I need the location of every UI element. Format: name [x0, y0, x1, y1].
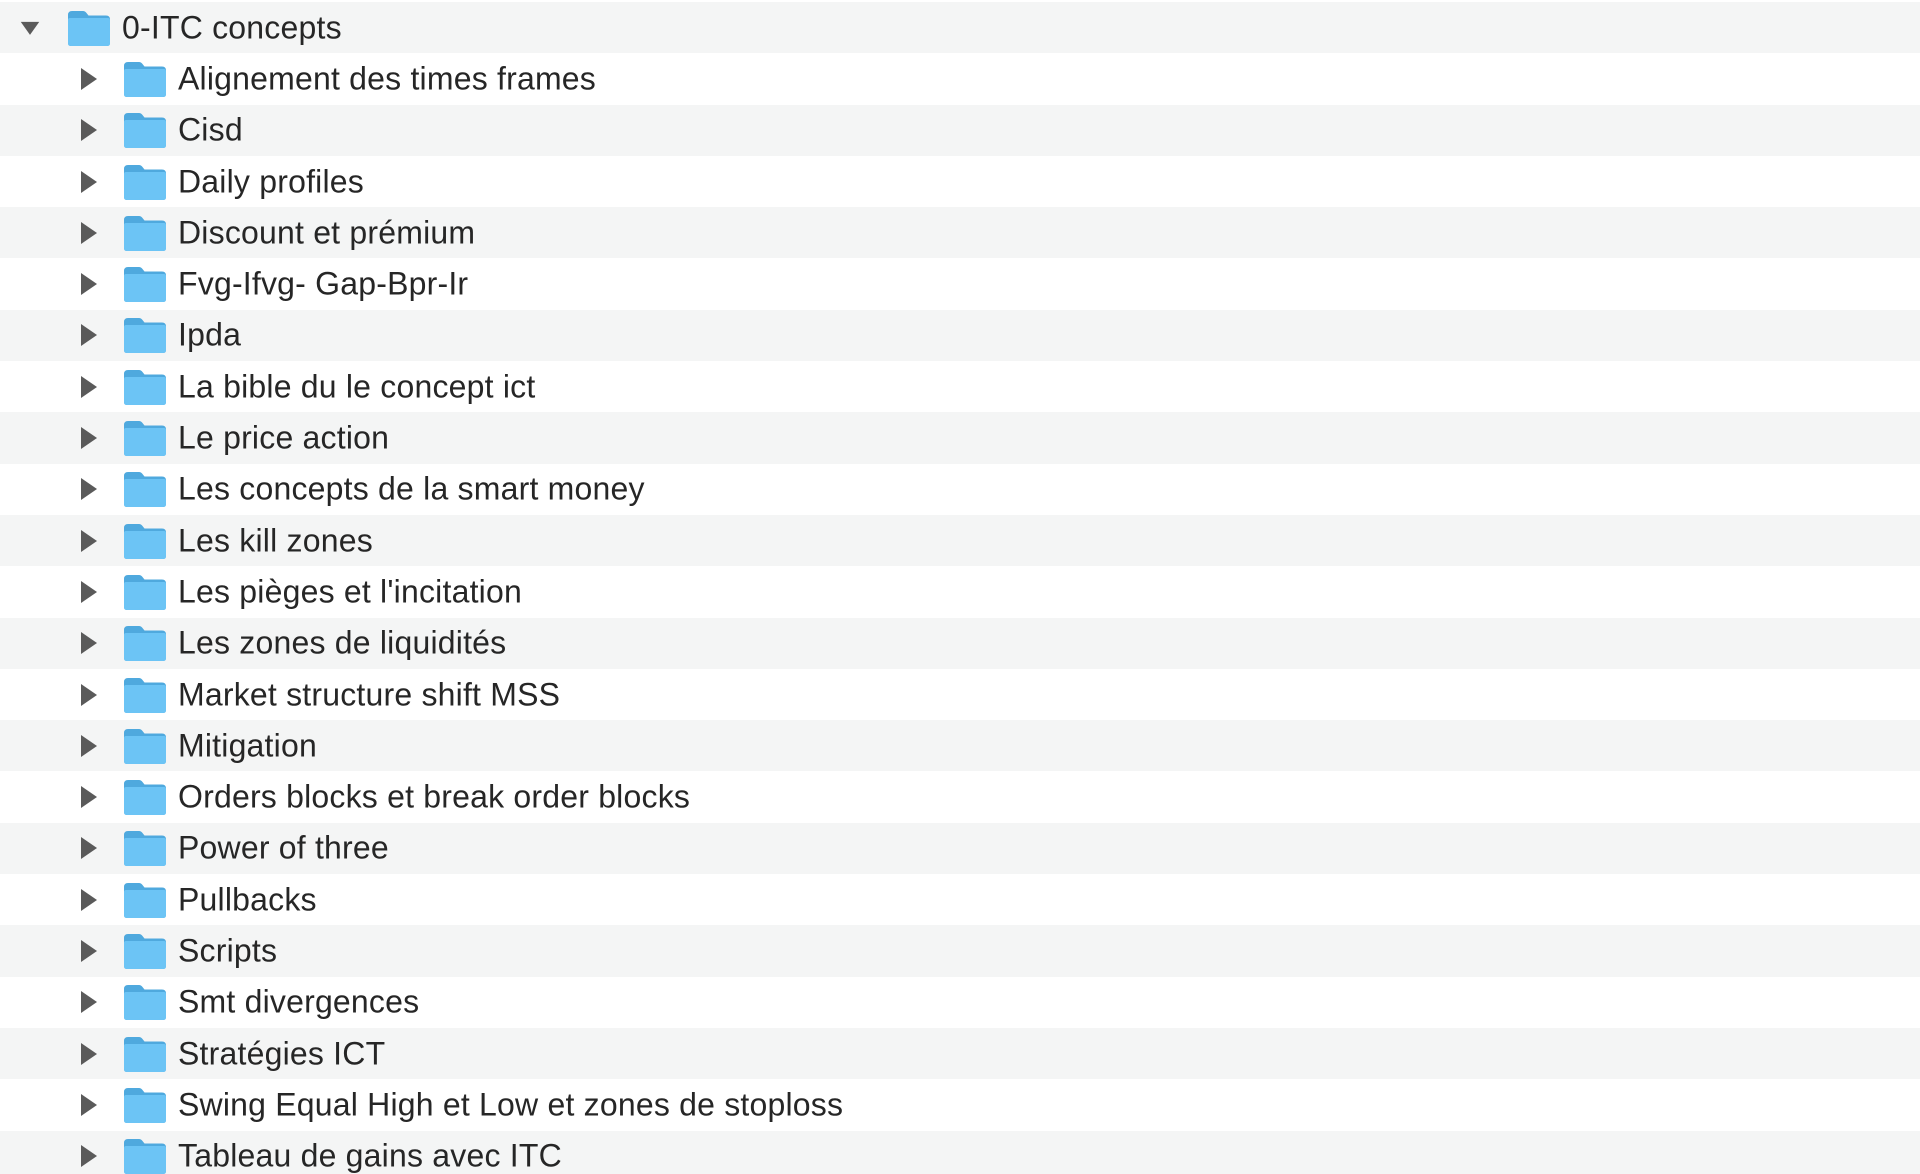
- folder-icon: [122, 881, 168, 919]
- tree-row[interactable]: Swing Equal High et Low et zones de stop…: [0, 1079, 1920, 1131]
- disclosure-triangle-collapsed-icon[interactable]: [78, 1042, 98, 1065]
- disclosure-triangle-collapsed-icon[interactable]: [78, 119, 98, 142]
- disclosure-triangle-collapsed-icon[interactable]: [78, 67, 98, 90]
- disclosure-triangle-collapsed-icon[interactable]: [78, 170, 98, 193]
- disclosure-triangle-collapsed-icon[interactable]: [78, 888, 98, 911]
- tree-row[interactable]: Power of three: [0, 822, 1920, 875]
- disclosure-triangle-collapsed-icon[interactable]: [78, 529, 98, 552]
- folder-label: Daily profiles: [178, 163, 364, 200]
- folder-label: Les zones de liquidités: [178, 624, 507, 661]
- folder-label: Mitigation: [178, 727, 317, 764]
- folder-label: Power of three: [178, 829, 389, 866]
- folder-icon: [122, 1086, 168, 1124]
- tree-row[interactable]: Les kill zones: [0, 515, 1920, 567]
- folder-icon: [122, 470, 168, 508]
- tree-row[interactable]: Alignement des times frames: [0, 53, 1920, 105]
- folder-label: Discount et prémium: [178, 214, 476, 251]
- folder-label: Les kill zones: [178, 522, 373, 559]
- tree-row[interactable]: Fvg-Ifvg- Gap-Bpr-Ir: [0, 258, 1920, 310]
- tree-row[interactable]: Les concepts de la smart money: [0, 463, 1920, 515]
- folder-label: Alignement des times frames: [178, 60, 597, 97]
- disclosure-triangle-collapsed-icon[interactable]: [78, 580, 98, 603]
- tree-row[interactable]: Les pièges et l'incitation: [0, 566, 1920, 618]
- disclosure-triangle-collapsed-icon[interactable]: [78, 683, 98, 706]
- folder-label: Stratégies ICT: [178, 1035, 386, 1072]
- folder-label: Smt divergences: [178, 983, 420, 1020]
- folder-label: Les concepts de la smart money: [178, 470, 645, 507]
- disclosure-triangle-collapsed-icon[interactable]: [78, 991, 98, 1014]
- disclosure-triangle-collapsed-icon[interactable]: [78, 324, 98, 347]
- tree-row[interactable]: Discount et prémium: [0, 207, 1920, 259]
- folder-label: Cisd: [178, 111, 243, 148]
- disclosure-triangle-collapsed-icon[interactable]: [78, 940, 98, 963]
- folder-label: La bible du le concept ict: [178, 368, 536, 405]
- folder-label: Le price action: [178, 419, 390, 456]
- folder-icon: [122, 932, 168, 970]
- tree-row[interactable]: Ipda: [0, 309, 1920, 362]
- tree-row[interactable]: Pullbacks: [0, 874, 1920, 926]
- tree-row[interactable]: Daily profiles: [0, 155, 1920, 208]
- folder-tree: 0-ITC concepts Alignement des times fram…: [0, 0, 1920, 1174]
- folder-label: Fvg-Ifvg- Gap-Bpr-Ir: [178, 265, 469, 302]
- tree-row[interactable]: Stratégies ICT: [0, 1028, 1920, 1080]
- folder-label: Orders blocks et break order blocks: [178, 778, 691, 815]
- disclosure-triangle-collapsed-icon[interactable]: [78, 786, 98, 809]
- tree-row-root[interactable]: 0-ITC concepts: [0, 2, 1920, 54]
- folder-label: Scripts: [178, 932, 278, 969]
- folder-icon: [122, 1137, 168, 1174]
- disclosure-triangle-collapsed-icon[interactable]: [78, 734, 98, 757]
- folder-icon: [122, 163, 168, 201]
- folder-icon: [66, 9, 112, 47]
- folder-label: Ipda: [178, 316, 242, 353]
- folder-icon: [122, 265, 168, 303]
- tree-row[interactable]: Orders blocks et break order blocks: [0, 771, 1920, 823]
- folder-label: Pullbacks: [178, 881, 317, 918]
- folder-label: Tableau de gains avec ITC: [178, 1137, 562, 1174]
- folder-icon: [122, 368, 168, 406]
- folder-icon: [122, 316, 168, 354]
- folder-label: Market structure shift MSS: [178, 676, 561, 713]
- folder-icon: [122, 676, 168, 714]
- tree-row[interactable]: Smt divergences: [0, 976, 1920, 1028]
- folder-icon: [122, 573, 168, 611]
- tree-row[interactable]: Les zones de liquidités: [0, 617, 1920, 669]
- disclosure-triangle-collapsed-icon[interactable]: [78, 221, 98, 244]
- folder-icon: [122, 60, 168, 98]
- tree-row[interactable]: La bible du le concept ict: [0, 361, 1920, 413]
- folder-label: Les pièges et l'incitation: [178, 573, 522, 610]
- folder-icon: [122, 1035, 168, 1073]
- tree-row[interactable]: Le price action: [0, 412, 1920, 464]
- tree-row[interactable]: Scripts: [0, 925, 1920, 977]
- folder-icon: [122, 111, 168, 149]
- folder-icon: [122, 983, 168, 1021]
- folder-icon: [122, 214, 168, 252]
- folder-label: Swing Equal High et Low et zones de stop…: [178, 1086, 844, 1123]
- folder-label-root: 0-ITC concepts: [122, 9, 342, 46]
- disclosure-triangle-collapsed-icon[interactable]: [78, 478, 98, 501]
- tree-row[interactable]: Cisd: [0, 104, 1920, 156]
- disclosure-triangle-collapsed-icon[interactable]: [78, 1145, 98, 1168]
- folder-icon: [122, 419, 168, 457]
- folder-icon: [122, 624, 168, 662]
- tree-row[interactable]: Market structure shift MSS: [0, 668, 1920, 721]
- disclosure-triangle-collapsed-icon[interactable]: [78, 273, 98, 296]
- disclosure-triangle-collapsed-icon[interactable]: [78, 427, 98, 450]
- folder-icon: [122, 778, 168, 816]
- folder-icon: [122, 829, 168, 867]
- disclosure-triangle-collapsed-icon[interactable]: [78, 375, 98, 398]
- folder-icon: [122, 522, 168, 560]
- folder-icon: [122, 727, 168, 765]
- disclosure-triangle-collapsed-icon[interactable]: [78, 632, 98, 655]
- tree-row[interactable]: Mitigation: [0, 720, 1920, 772]
- disclosure-triangle-expanded-icon[interactable]: [20, 18, 40, 38]
- disclosure-triangle-collapsed-icon[interactable]: [78, 1093, 98, 1116]
- disclosure-triangle-collapsed-icon[interactable]: [78, 837, 98, 860]
- tree-row[interactable]: Tableau de gains avec ITC: [0, 1130, 1920, 1174]
